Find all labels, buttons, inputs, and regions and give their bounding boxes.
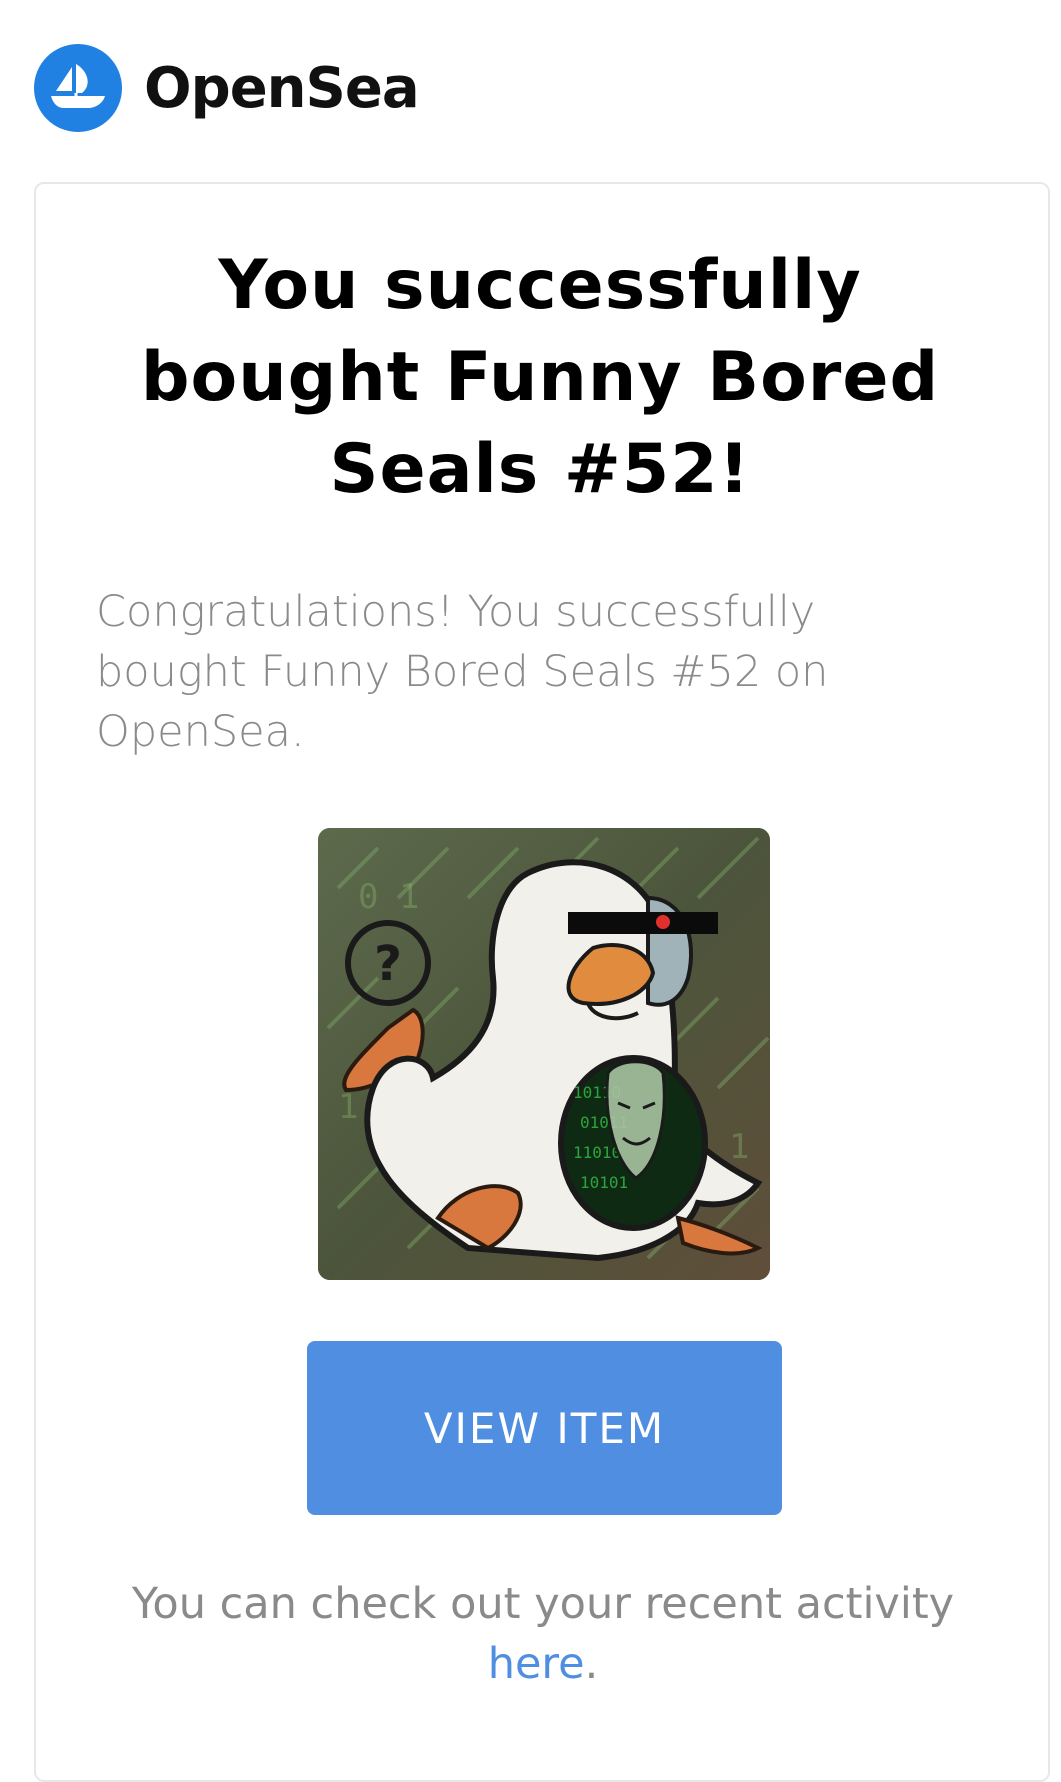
- svg-text:10101: 10101: [580, 1173, 628, 1192]
- nft-item-image[interactable]: 0 1 1 0 1 0 0 1 ? 10110 01011 11010 1010…: [318, 828, 770, 1280]
- brand-name: OpenSea: [144, 55, 420, 121]
- seal-artwork-icon: 0 1 1 0 1 0 0 1 ? 10110 01011 11010 1010…: [318, 828, 770, 1280]
- recent-activity-text: You can check out your recent activity: [131, 1579, 955, 1629]
- svg-text:0 1: 0 1: [358, 877, 419, 917]
- svg-text:?: ?: [374, 936, 402, 992]
- recent-activity-note: You can check out your recent activity h…: [40, 1574, 1046, 1694]
- footer-period: .: [584, 1639, 599, 1689]
- page-title: You successfully bought Funny Bored Seal…: [140, 246, 940, 509]
- recent-activity-link[interactable]: here: [488, 1639, 585, 1689]
- view-item-button[interactable]: VIEW ITEM: [307, 1341, 782, 1515]
- opensea-logo-icon[interactable]: [34, 44, 122, 132]
- email-header: OpenSea: [34, 44, 420, 132]
- congratulations-message: Congratulations! You successfully bought…: [96, 587, 829, 757]
